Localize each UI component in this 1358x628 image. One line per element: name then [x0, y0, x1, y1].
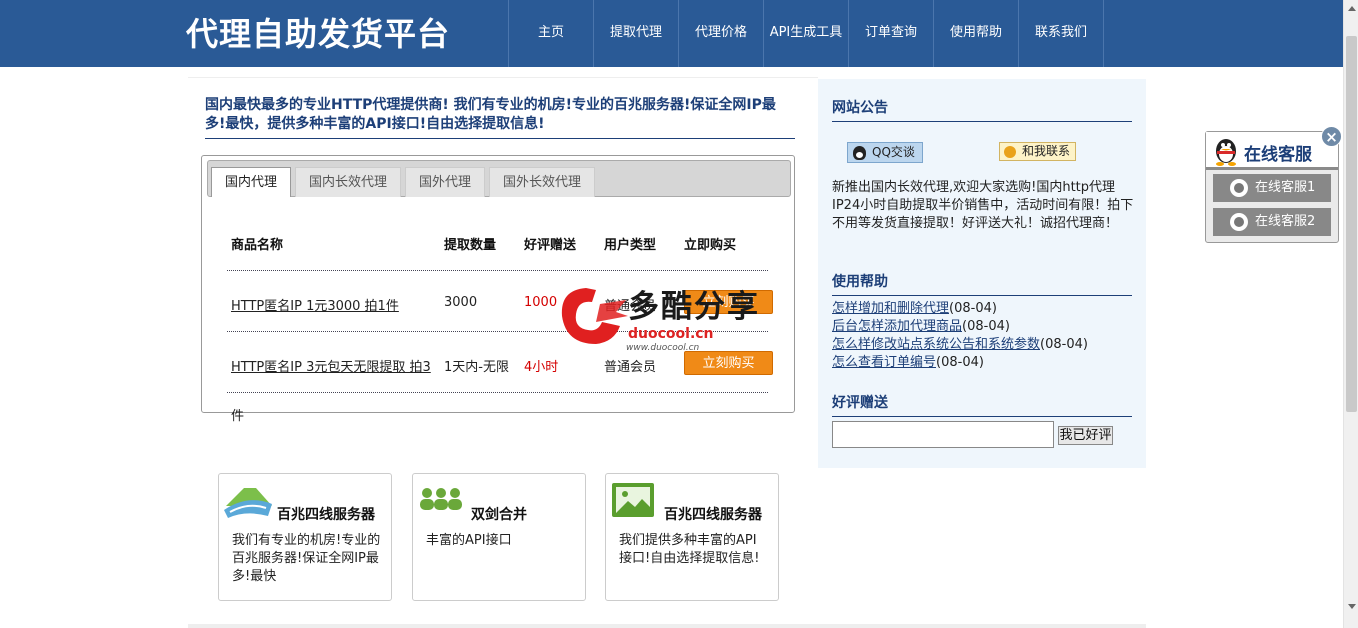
feature-title: 百兆四线服务器 — [664, 507, 762, 523]
scroll-down-icon[interactable] — [1348, 604, 1356, 609]
footer-divider — [188, 624, 1146, 628]
nav-order-query[interactable]: 订单查询 — [849, 0, 934, 67]
nav-home[interactable]: 主页 — [509, 0, 594, 67]
help-link[interactable]: 怎样增加和删除代理 — [832, 301, 949, 316]
feature-title: 双剑合并 — [471, 507, 527, 523]
server-icon — [224, 488, 272, 518]
online-service-widget: 在线客服 在线客服1 在线客服2 — [1205, 131, 1339, 243]
online-service-title: 在线客服 — [1244, 145, 1312, 165]
feature-card: 百兆四线服务器 我们有专业的机房!专业的百兆服务器!保证全网IP最多!最快 — [218, 473, 392, 601]
tab-domestic-long-proxy[interactable]: 国内长效代理 — [295, 167, 401, 197]
col-header-user-type: 用户类型 — [604, 238, 657, 253]
watermark-url: duocool.cn — [628, 326, 714, 342]
tab-foreign-proxy[interactable]: 国外代理 — [405, 167, 485, 197]
qq-chat-label: QQ交谈 — [872, 145, 915, 159]
tab-domestic-proxy[interactable]: 国内代理 — [211, 167, 291, 197]
notice-title: 网站公告 — [832, 97, 1132, 122]
tab-foreign-long-proxy[interactable]: 国外长效代理 — [489, 167, 595, 197]
nav-contact[interactable]: 联系我们 — [1019, 0, 1104, 67]
product-link[interactable]: HTTP匿名IP 1元3000 拍1件 — [231, 299, 399, 314]
feature-card: 双剑合并 丰富的API接口 — [412, 473, 586, 601]
image-icon — [612, 483, 654, 517]
page-scrollbar[interactable] — [1343, 0, 1358, 628]
close-icon[interactable]: × — [1321, 126, 1342, 147]
feature-card: 百兆四线服务器 我们提供多种丰富的API接口!自由选择提取信息! — [605, 473, 779, 601]
main-nav: 主页 提取代理 代理价格 API生成工具 订单查询 使用帮助 联系我们 — [508, 0, 1104, 67]
nav-api-tool[interactable]: API生成工具 — [764, 0, 849, 67]
help-link[interactable]: 怎么查看订单编号 — [832, 355, 936, 370]
help-date: (08-04) — [1040, 337, 1088, 352]
sidebar: 网站公告 QQ交谈 和我联系 新推出国内长效代理,欢迎大家选购!国内http代理… — [818, 79, 1146, 468]
service-qq-icon — [1230, 179, 1248, 197]
nav-extract-proxy[interactable]: 提取代理 — [594, 0, 679, 67]
table-row: HTTP匿名IP 3元包天无限提取 拍3 — [231, 356, 431, 375]
col-header-bonus: 好评赠送 — [524, 238, 577, 253]
product-qty: 3000 — [444, 295, 478, 310]
service-label: 在线客服2 — [1255, 214, 1316, 229]
col-header-qty: 提取数量 — [444, 238, 497, 253]
reviewed-button[interactable]: 我已好评 — [1058, 426, 1113, 445]
watermark-text: 多酷分享 — [628, 289, 760, 325]
online-service-2[interactable]: 在线客服2 — [1213, 208, 1331, 236]
users-icon — [420, 488, 462, 510]
feature-title: 百兆四线服务器 — [277, 507, 375, 523]
feature-text: 丰富的API接口 — [426, 533, 512, 548]
list-item: 后台怎样添加代理商品(08-04) — [832, 318, 1142, 336]
nav-help[interactable]: 使用帮助 — [934, 0, 1019, 67]
intro-headline: 国内最快最多的专业HTTP代理提供商! 我们有专业的机房!专业的百兆服务器!保证… — [205, 96, 795, 139]
help-list: 怎样增加和删除代理(08-04) 后台怎样添加代理商品(08-04) 怎么样修改… — [832, 300, 1142, 372]
list-item: 怎么查看订单编号(08-04) — [832, 354, 1142, 372]
list-item: 怎样增加和删除代理(08-04) — [832, 300, 1142, 318]
service-label: 在线客服1 — [1255, 180, 1316, 195]
site-header: 代理自助发货平台 主页 提取代理 代理价格 API生成工具 订单查询 使用帮助 … — [0, 0, 1343, 67]
feature-text: 我们提供多种丰富的API接口!自由选择提取信息! — [619, 533, 760, 566]
review-title: 好评赠送 — [832, 392, 1132, 417]
product-user-type: 普通会员 — [604, 360, 657, 375]
table-row: HTTP匿名IP 1元3000 拍1件 — [231, 295, 399, 314]
qq-chat-button[interactable]: QQ交谈 — [847, 142, 923, 163]
scrollbar-thumb[interactable] — [1346, 36, 1357, 412]
list-item: 怎么样修改站点系统公告和系统参数(08-04) — [832, 336, 1142, 354]
review-input[interactable] — [832, 421, 1054, 448]
product-bonus: 1000 — [524, 295, 558, 310]
top-divider — [188, 77, 818, 78]
help-date: (08-04) — [936, 355, 984, 370]
col-header-buy: 立即购买 — [684, 238, 737, 253]
qq-penguin-icon — [853, 146, 866, 160]
product-link[interactable]: HTTP匿名IP 3元包天无限提取 拍3 — [231, 360, 431, 375]
watermark-url-small: www.duocool.cn — [626, 343, 700, 353]
buy-now-button[interactable]: 立刻购买 — [684, 351, 773, 375]
help-link[interactable]: 怎么样修改站点系统公告和系统参数 — [832, 337, 1040, 352]
notice-text: 新推出国内长效代理,欢迎大家选购!国内http代理IP24小时自助提取半价销售中… — [832, 180, 1134, 231]
product-bonus: 4小时 — [524, 360, 559, 375]
table-divider — [227, 270, 768, 271]
table-divider — [227, 392, 768, 393]
qq-penguin-icon — [1216, 139, 1236, 166]
site-logo[interactable]: 代理自助发货平台 — [186, 9, 450, 55]
service-qq-icon — [1230, 213, 1248, 231]
product-tabs: 国内代理 国内长效代理 国外代理 国外长效代理 — [207, 160, 791, 197]
help-link[interactable]: 后台怎样添加代理商品 — [832, 319, 962, 334]
nav-proxy-price[interactable]: 代理价格 — [679, 0, 764, 67]
contact-icon — [1004, 146, 1016, 158]
col-header-name: 商品名称 — [231, 238, 284, 253]
product-link-overflow[interactable]: 件 — [231, 405, 244, 424]
help-date: (08-04) — [962, 319, 1010, 334]
feature-text: 我们有专业的机房!专业的百兆服务器!保证全网IP最多!最快 — [232, 533, 381, 584]
scroll-up-icon[interactable] — [1348, 6, 1356, 11]
online-service-header: 在线客服 — [1206, 132, 1338, 170]
help-date: (08-04) — [949, 301, 997, 316]
help-title: 使用帮助 — [832, 271, 1132, 296]
product-qty: 1天内-无限 — [444, 360, 509, 375]
contact-me-label: 和我联系 — [1022, 144, 1071, 158]
online-service-1[interactable]: 在线客服1 — [1213, 174, 1331, 202]
contact-me-button[interactable]: 和我联系 — [999, 142, 1076, 161]
